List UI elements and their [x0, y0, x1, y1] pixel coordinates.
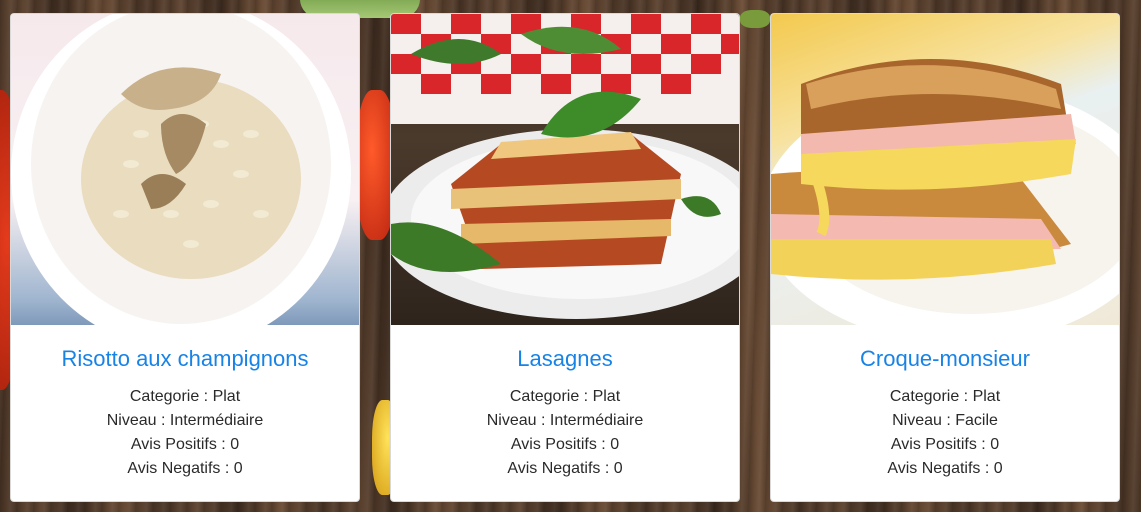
recipe-card-body: Risotto aux champignons Categorie : Plat…	[11, 325, 359, 501]
recipe-negative-reviews: Avis Negatifs : 0	[887, 460, 1003, 477]
recipe-card-body: Lasagnes Categorie : Plat Niveau : Inter…	[391, 325, 739, 501]
recipe-category: Categorie : Plat	[509, 388, 621, 405]
recipe-level: Niveau : Intermédiaire	[106, 412, 264, 429]
recipe-card[interactable]: Risotto aux champignons Categorie : Plat…	[10, 13, 360, 502]
recipe-negative-reviews: Avis Negatifs : 0	[507, 460, 623, 477]
recipe-card[interactable]: Lasagnes Categorie : Plat Niveau : Inter…	[390, 13, 740, 502]
recipe-positive-reviews: Avis Positifs : 0	[130, 436, 240, 453]
recipe-title[interactable]: Lasagnes	[391, 345, 739, 373]
recipe-image-risotto[interactable]	[11, 14, 359, 325]
recipe-positive-reviews: Avis Positifs : 0	[510, 436, 620, 453]
recipe-title[interactable]: Croque-monsieur	[771, 345, 1119, 373]
recipe-positive-reviews: Avis Positifs : 0	[890, 436, 1000, 453]
recipe-image-lasagna[interactable]	[391, 14, 739, 325]
recipe-card-list: Risotto aux champignons Categorie : Plat…	[10, 13, 1120, 502]
recipe-level: Niveau : Facile	[892, 412, 998, 429]
recipe-card-body: Croque-monsieur Categorie : Plat Niveau …	[771, 325, 1119, 501]
recipe-negative-reviews: Avis Negatifs : 0	[127, 460, 243, 477]
recipe-title[interactable]: Risotto aux champignons	[11, 345, 359, 373]
recipe-card[interactable]: Croque-monsieur Categorie : Plat Niveau …	[770, 13, 1120, 502]
recipe-image-croque-monsieur[interactable]	[771, 14, 1119, 325]
recipe-category: Categorie : Plat	[129, 388, 241, 405]
recipe-category: Categorie : Plat	[889, 388, 1001, 405]
recipe-level: Niveau : Intermédiaire	[486, 412, 644, 429]
